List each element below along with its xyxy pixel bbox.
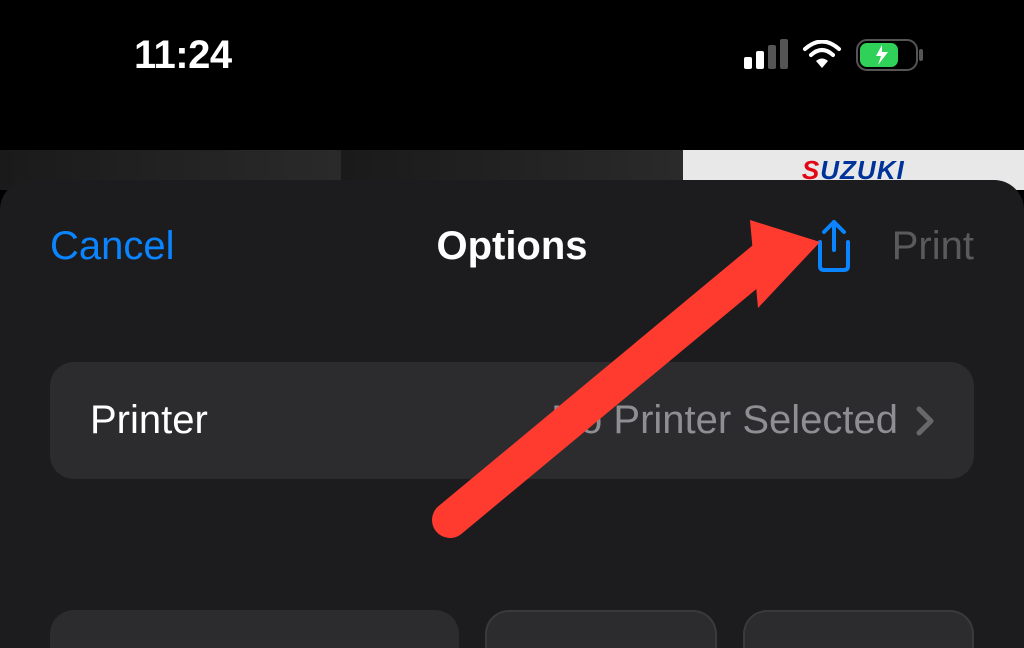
print-options-sheet: Cancel Options Print Printer No Printer …	[0, 180, 1024, 648]
sheet-title: Options	[436, 224, 587, 269]
share-icon[interactable]	[812, 220, 856, 272]
battery-charging-icon	[856, 39, 924, 71]
printer-label: Printer	[90, 398, 208, 443]
printer-value: No Printer Selected	[551, 398, 898, 443]
wifi-icon	[802, 40, 842, 70]
cellular-signal-icon	[744, 41, 788, 69]
sheet-header: Cancel Options Print	[0, 180, 1024, 302]
settings-list: Printer No Printer Selected	[50, 362, 974, 479]
partial-bottom-row	[50, 610, 974, 648]
status-time: 11:24	[134, 33, 232, 78]
status-bar: 11:24	[0, 0, 1024, 110]
status-icons-group	[744, 39, 924, 71]
printer-row[interactable]: Printer No Printer Selected	[50, 362, 974, 479]
chevron-right-icon	[916, 406, 934, 436]
print-button[interactable]: Print	[892, 224, 974, 269]
cancel-button[interactable]: Cancel	[50, 224, 175, 269]
